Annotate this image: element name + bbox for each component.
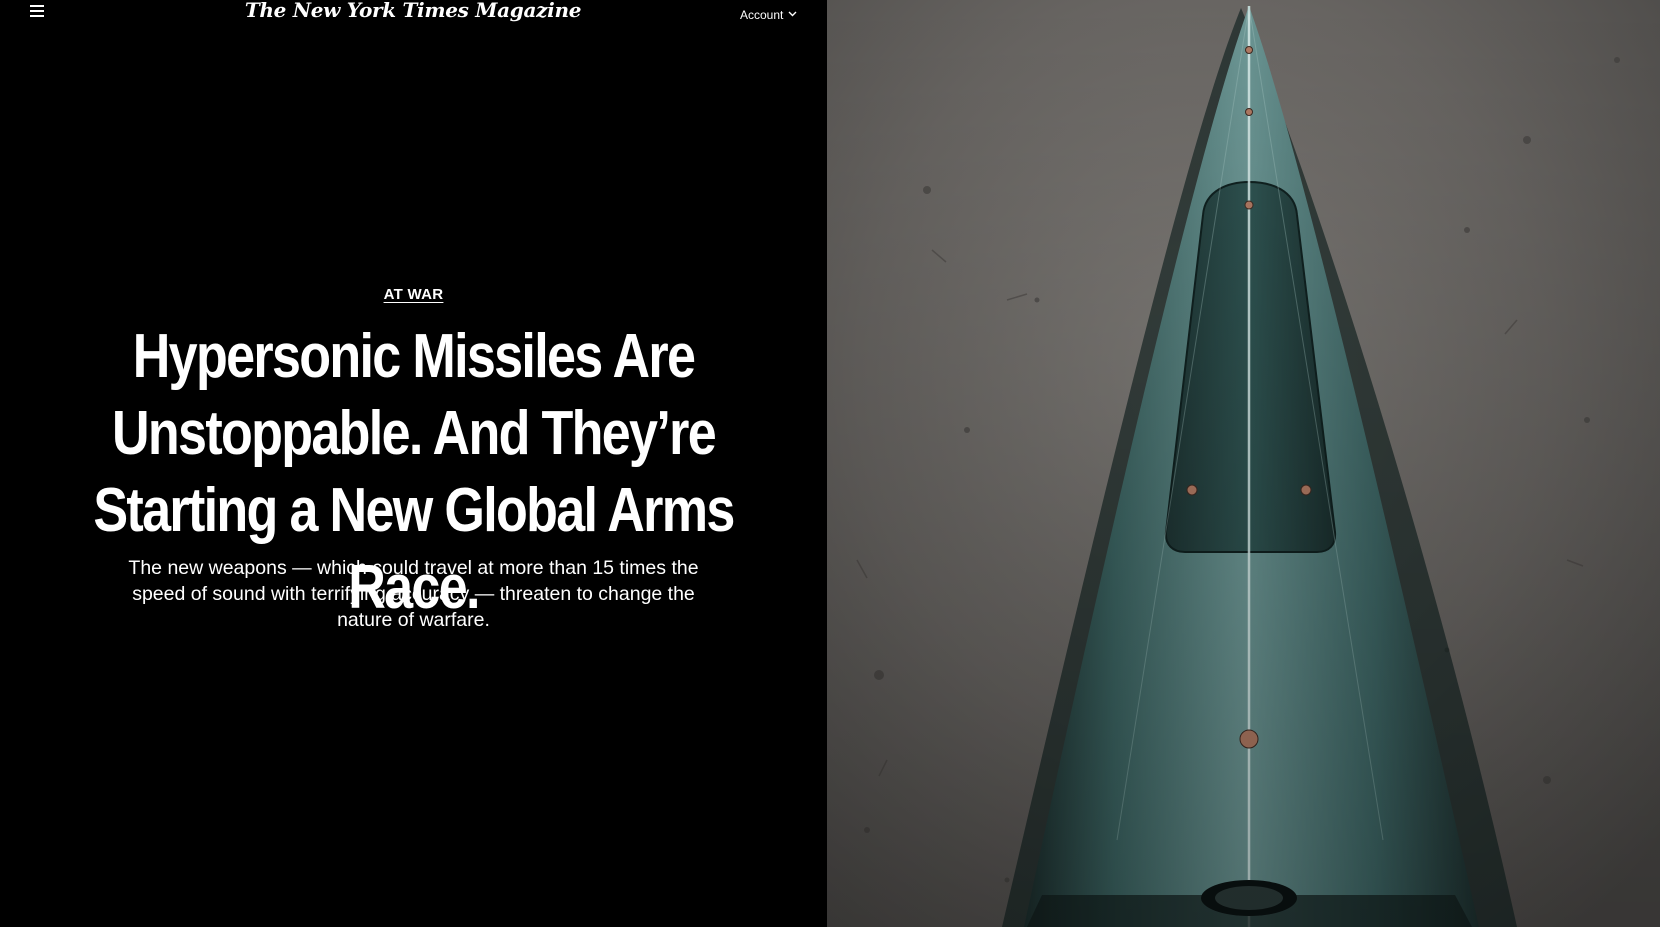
account-button[interactable]: Account: [740, 6, 797, 22]
top-bar: The New York Times Magazine Account: [0, 0, 827, 30]
chevron-down-icon: [788, 6, 797, 20]
hamburger-menu-icon[interactable]: [30, 5, 44, 17]
account-label: Account: [740, 8, 784, 22]
section-kicker: AT WAR: [0, 286, 827, 303]
section-link[interactable]: AT WAR: [384, 286, 444, 303]
article-summary: The new weapons — which could travel at …: [128, 557, 699, 631]
masthead-logo[interactable]: The New York Times Magazine: [230, 0, 596, 22]
article-page: The New York Times Magazine Account AT W…: [0, 0, 1660, 927]
headline-panel: The New York Times Magazine Account AT W…: [0, 0, 827, 927]
hypersonic-missile-photo: [827, 0, 1660, 927]
hero-image: [827, 0, 1660, 927]
